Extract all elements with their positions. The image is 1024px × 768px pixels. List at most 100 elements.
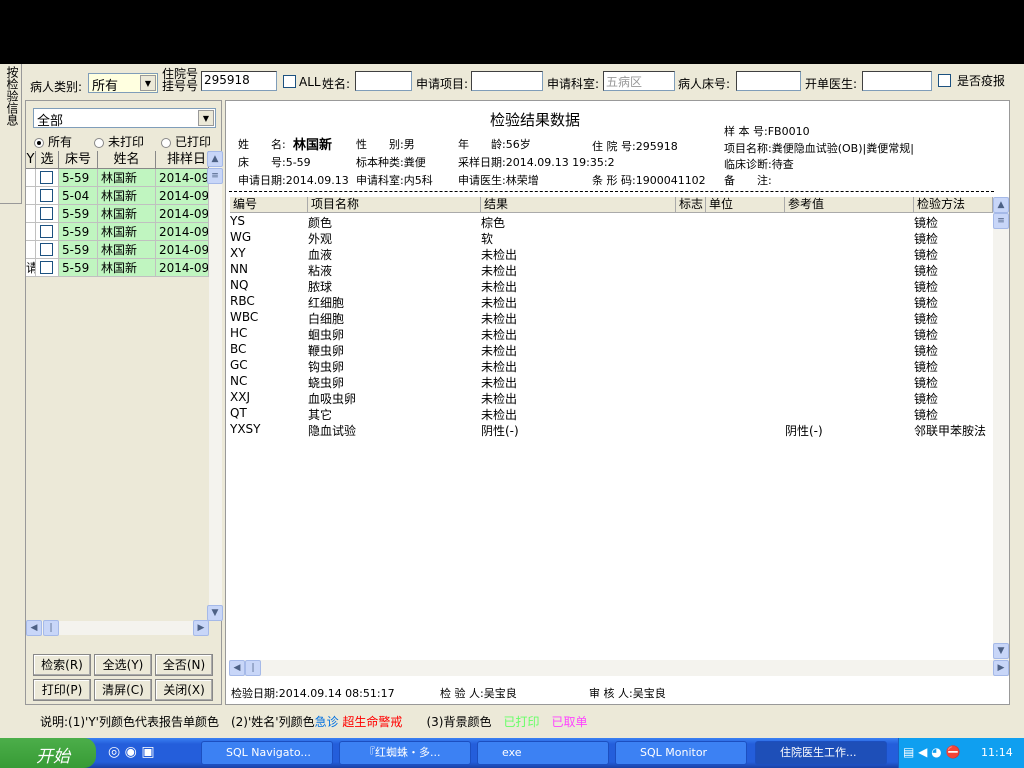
row-checkbox[interactable] bbox=[40, 171, 53, 184]
row-select[interactable] bbox=[36, 169, 59, 187]
task-sql-navigator[interactable]: SQL Navigato... bbox=[201, 741, 333, 765]
result-row[interactable]: NQ 脓球 未检出 镜检 bbox=[230, 278, 995, 294]
patient-row[interactable]: 5-59 林国新 2014-09 bbox=[26, 223, 209, 241]
patient-row[interactable]: 5-59 林国新 2014-09 bbox=[26, 169, 209, 187]
result-row[interactable]: QT 其它 未检出 镜检 bbox=[230, 406, 995, 422]
cell-code: NC bbox=[230, 374, 248, 388]
bed-input[interactable] bbox=[736, 71, 801, 91]
radio-all[interactable]: 所有 bbox=[34, 133, 72, 150]
result-row[interactable]: WG 外观 软 镜检 bbox=[230, 230, 995, 246]
all-checkbox[interactable] bbox=[283, 75, 296, 88]
result-row[interactable]: XY 血液 未检出 镜检 bbox=[230, 246, 995, 262]
item-input[interactable] bbox=[471, 71, 543, 91]
result-row[interactable]: HC 蛔虫卵 未检出 镜检 bbox=[230, 326, 995, 342]
cell-method: 邻联甲苯胺法 bbox=[914, 424, 987, 438]
result-row[interactable]: YS 颜色 棕色 镜检 bbox=[230, 214, 995, 230]
scroll-down-icon[interactable]: ▼ bbox=[207, 605, 223, 621]
col-bed[interactable]: 床号 bbox=[59, 151, 98, 169]
col-unit[interactable]: 单位 bbox=[706, 197, 785, 213]
scroll-thumb[interactable]: | bbox=[245, 660, 261, 676]
task-inpatient-doctor[interactable]: 住院医生工作... bbox=[755, 741, 887, 765]
col-y[interactable]: Y bbox=[26, 151, 36, 169]
name-input[interactable] bbox=[355, 71, 412, 91]
patient-row[interactable]: 5-59 林国新 2014-09 bbox=[26, 241, 209, 259]
scroll-thumb[interactable]: ≡ bbox=[207, 168, 223, 184]
row-select[interactable] bbox=[36, 259, 59, 277]
cell-item: 钩虫卵 bbox=[308, 360, 345, 374]
result-row[interactable]: NC 蛲虫卵 未检出 镜检 bbox=[230, 374, 995, 390]
scroll-up-icon[interactable]: ▲ bbox=[993, 197, 1009, 213]
radio-icon bbox=[34, 137, 44, 148]
scroll-right-icon[interactable]: ▶ bbox=[193, 620, 209, 636]
radio-unprinted[interactable]: 未打印 bbox=[94, 133, 144, 150]
col-method[interactable]: 检验方法 bbox=[914, 197, 993, 213]
age: 年 龄:56岁 bbox=[458, 138, 531, 151]
col-date[interactable]: 排样日 bbox=[156, 151, 209, 169]
row-select[interactable] bbox=[36, 205, 59, 223]
result-row[interactable]: NN 粘液 未检出 镜检 bbox=[230, 262, 995, 278]
col-select[interactable]: 选 bbox=[36, 151, 59, 169]
col-code[interactable]: 编号 bbox=[230, 197, 308, 213]
scroll-left-icon[interactable]: ◀ bbox=[229, 660, 245, 676]
col-item[interactable]: 项目名称 bbox=[308, 197, 481, 213]
col-flag[interactable]: 标志 bbox=[676, 197, 706, 213]
doctor-input[interactable] bbox=[862, 71, 932, 91]
row-checkbox[interactable] bbox=[40, 189, 53, 202]
row-checkbox[interactable] bbox=[40, 261, 53, 274]
scroll-thumb[interactable]: | bbox=[43, 620, 59, 636]
task-red-spider[interactable]: 『红蜘蛛・多... bbox=[339, 741, 471, 765]
scroll-left-icon[interactable]: ◀ bbox=[26, 620, 42, 636]
row-y bbox=[26, 205, 36, 223]
status-filter-select[interactable]: 全部 ▼ bbox=[33, 108, 216, 129]
row-name: 林国新 bbox=[98, 187, 156, 205]
epidemic-checkbox[interactable] bbox=[938, 74, 951, 87]
result-row[interactable]: XXJ 血吸虫卵 未检出 镜检 bbox=[230, 390, 995, 406]
row-select[interactable] bbox=[36, 187, 59, 205]
row-checkbox[interactable] bbox=[40, 243, 53, 256]
start-button[interactable]: 开始 bbox=[0, 738, 96, 768]
result-row[interactable]: YXSY 隐血试验 阴性(-) 阴性(-) 邻联甲苯胺法 bbox=[230, 422, 995, 438]
scroll-up-icon[interactable]: ▲ bbox=[207, 151, 223, 167]
col-result[interactable]: 结果 bbox=[481, 197, 676, 213]
task-sql-monitor[interactable]: SQL Monitor bbox=[615, 741, 747, 765]
quicklaunch-icons[interactable]: ◎ ◉ ▣ bbox=[108, 744, 155, 760]
result-row[interactable]: BC 鞭虫卵 未检出 镜检 bbox=[230, 342, 995, 358]
grid-vscrollbar[interactable]: ▲ ≡ ▼ bbox=[207, 151, 223, 621]
print-button[interactable]: 打印(P) bbox=[33, 679, 91, 701]
hosp-no-input[interactable]: 295918 bbox=[201, 71, 277, 91]
radio-label: 未打印 bbox=[108, 135, 145, 149]
select-all-button[interactable]: 全选(Y) bbox=[94, 654, 152, 676]
patient-type-select[interactable]: 所有 ▼ bbox=[88, 73, 158, 94]
row-checkbox[interactable] bbox=[40, 207, 53, 220]
radio-printed[interactable]: 已打印 bbox=[161, 133, 211, 150]
tray-icons[interactable]: ▤ ◀ ◕ ⛔ bbox=[903, 745, 960, 759]
item-name: 项目名称:粪便隐血试验(OB)|粪便常规| bbox=[724, 142, 914, 155]
scroll-right-icon[interactable]: ▶ bbox=[993, 660, 1009, 676]
dept-input[interactable]: 五病区 bbox=[603, 71, 675, 91]
row-select[interactable] bbox=[36, 241, 59, 259]
cell-method: 镜检 bbox=[914, 360, 939, 374]
patient-row[interactable]: 5-04 林国新 2014-09 bbox=[26, 187, 209, 205]
patient-row[interactable]: 请 5-59 林国新 2014-09 bbox=[26, 259, 209, 277]
row-checkbox[interactable] bbox=[40, 225, 53, 238]
clear-button[interactable]: 清屏(C) bbox=[94, 679, 152, 701]
result-vscrollbar[interactable]: ▲ ≡ ▼ bbox=[993, 197, 1009, 660]
result-row[interactable]: RBC 红细胞 未检出 镜检 bbox=[230, 294, 995, 310]
scroll-down-icon[interactable]: ▼ bbox=[993, 643, 1009, 659]
col-reference[interactable]: 参考值 bbox=[785, 197, 914, 213]
select-none-button[interactable]: 全否(N) bbox=[155, 654, 213, 676]
close-button[interactable]: 关闭(X) bbox=[155, 679, 213, 701]
result-row[interactable]: WBC 白细胞 未检出 镜检 bbox=[230, 310, 995, 326]
grid-hscrollbar[interactable]: ◀ | ▶ bbox=[26, 620, 209, 636]
result-row[interactable]: GC 钩虫卵 未检出 镜检 bbox=[230, 358, 995, 374]
patient-row[interactable]: 5-59 林国新 2014-09 bbox=[26, 205, 209, 223]
result-hscrollbar[interactable]: ◀ | ▶ bbox=[229, 660, 1009, 676]
scroll-thumb[interactable]: ≡ bbox=[993, 213, 1009, 229]
task-exe-folder[interactable]: exe bbox=[477, 741, 609, 765]
side-tab[interactable]: 按检验信息 bbox=[0, 64, 22, 204]
row-select[interactable] bbox=[36, 223, 59, 241]
legend: 说明:(1)'Y'列颜色代表报告单颜色 (2)'姓名'列颜色急诊 超生命警戒 (… bbox=[40, 713, 588, 730]
col-name[interactable]: 姓名 bbox=[98, 151, 156, 169]
clock: 11:14 bbox=[981, 746, 1013, 759]
search-button[interactable]: 检索(R) bbox=[33, 654, 91, 676]
